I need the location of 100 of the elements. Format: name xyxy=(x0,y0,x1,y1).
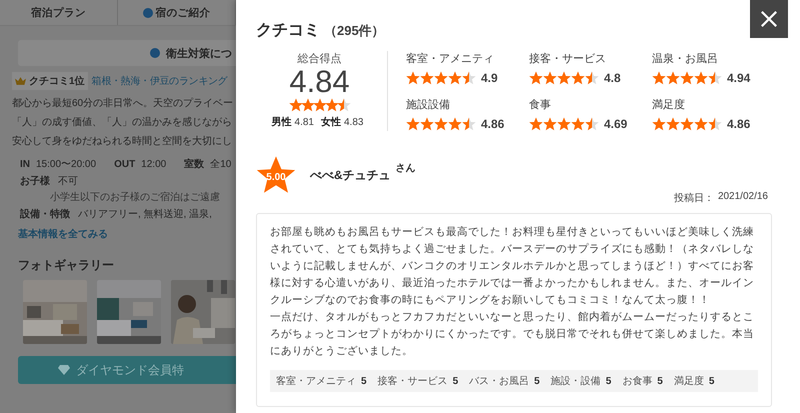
category-score: 4.8 xyxy=(604,71,621,85)
category-score: 4.9 xyxy=(481,71,498,85)
rating-value: 5 xyxy=(534,376,540,387)
star-icon xyxy=(708,117,722,131)
star-icon xyxy=(448,117,462,131)
star-icon xyxy=(406,117,420,131)
review-count: （295件） xyxy=(324,22,385,40)
member-button[interactable]: ダイヤモンド会員特 xyxy=(18,356,236,384)
fact-label: IN xyxy=(20,159,30,170)
panel-title: クチコミ xyxy=(256,21,320,41)
star-icon xyxy=(708,71,722,85)
gender-label: 女性 xyxy=(321,116,341,129)
category-label: 満足度 xyxy=(652,98,686,112)
review-text: 一点だけ、タオルがもっとフカフカだといいなーと思ったり、館内着がムームーだったりするところがちょっとコンセプトがわかりにくかったです。でも脱日常でそれも併せて楽しめました。本当にありがとうございました。 xyxy=(270,310,755,359)
close-button[interactable] xyxy=(750,0,788,38)
star-icon xyxy=(543,117,557,131)
ranking-link[interactable]: 箱根・熱海・伊豆のランキング xyxy=(92,74,228,88)
star-icon xyxy=(694,117,708,131)
star-icon xyxy=(543,71,557,85)
rating-label: 接客・サービス xyxy=(378,374,448,388)
category-label: 客室・アメニティ xyxy=(406,52,495,66)
star-icon xyxy=(680,117,694,131)
star-icon xyxy=(680,71,694,85)
star-icon xyxy=(300,98,314,112)
diamond-icon xyxy=(58,365,70,375)
gender-score: 4.81 xyxy=(294,117,314,128)
rating-label: 客室・アメニティ xyxy=(276,374,356,388)
fact-value: 全10 xyxy=(210,158,232,171)
category-score: 4.69 xyxy=(604,117,628,131)
gallery-title: フォトギャラリー xyxy=(18,257,115,274)
fact-value: 12:00 xyxy=(141,159,166,170)
star-icon xyxy=(462,117,476,131)
badge-text: クチコミ1位 xyxy=(29,74,85,88)
category-score: 4.86 xyxy=(481,117,504,131)
star-icon xyxy=(420,117,434,131)
fact-value: バリアフリー, 無料送迎, 温泉, xyxy=(78,208,212,221)
post-date: 2021/02/16 xyxy=(718,191,768,204)
fact-label: OUT xyxy=(114,159,136,170)
fact-value: 不可 xyxy=(58,175,78,188)
star-icon xyxy=(571,117,585,131)
star-icon xyxy=(652,71,666,85)
overall-label: 総合得点 xyxy=(298,52,342,66)
star-icon xyxy=(557,117,571,131)
review-text: お部屋も眺めもお風呂もサービスも最高でした！お料理も星付きといってもいいほど美味しく洗練されていて、とても気持ちよく過ごせました。バースデーのサプライズにも感動！（ネタバレしないように記載しませんが、バンコクのオリエンタルホテルかと思ってしまうほど！）すべてにお客様に対する心遣いがあり、最近泊ったホテルでは一番よかったかもしれません。また、オールインクルーシブなのでお食事の時にもペアリングをお願いしてもコミコミ！なんて太っ腹！！ xyxy=(270,225,755,308)
category-label: 食事 xyxy=(529,98,552,112)
fact-value: 15:00〜20:00 xyxy=(36,158,96,171)
overall-score: 4.84 xyxy=(289,66,350,98)
star-icon xyxy=(694,71,708,85)
rating-value: 5 xyxy=(606,376,612,387)
page-tab[interactable]: 宿泊プラン xyxy=(0,0,118,25)
gender-label: 男性 xyxy=(272,116,292,129)
star-icon xyxy=(557,71,571,85)
star-icon xyxy=(529,71,543,85)
crown-icon xyxy=(15,77,26,85)
fact-label: 室数 xyxy=(184,157,204,171)
rating-label: 満足度 xyxy=(674,374,704,388)
star-icon xyxy=(666,117,680,131)
star-icon xyxy=(585,71,599,85)
info-icon xyxy=(142,8,152,18)
star-icon xyxy=(571,71,585,85)
star-icon xyxy=(312,98,326,112)
category-label: 温泉・お風呂 xyxy=(652,52,719,66)
category-score: 4.94 xyxy=(727,71,750,85)
star-icon xyxy=(434,71,448,85)
star-icon xyxy=(324,98,338,112)
fact-label: お子様 xyxy=(20,174,50,188)
score-badge: 5.00 xyxy=(256,155,296,195)
rating-value: 5 xyxy=(657,376,663,387)
star-icon xyxy=(448,71,462,85)
gender-score: 4.83 xyxy=(344,117,364,128)
notice-banner[interactable]: 衛生対策につ xyxy=(18,40,236,66)
star-icon xyxy=(652,117,666,131)
rating-label: 施設・設備 xyxy=(550,374,601,388)
date-label: 投稿日： xyxy=(674,192,714,205)
more-info-link[interactable]: 基本情報を全てみる xyxy=(18,227,236,241)
star-icon xyxy=(406,71,420,85)
close-icon xyxy=(760,10,778,28)
star-icon xyxy=(462,71,476,85)
rating-value: 5 xyxy=(708,376,714,387)
category-label: 施設設備 xyxy=(406,98,451,112)
rating-value: 5 xyxy=(361,376,367,387)
notice-text: 衛生対策につ xyxy=(166,46,232,60)
description-line: 都心から最短60分の非日常へ。天空のプライベー xyxy=(12,96,234,111)
category-label: 接客・サービス xyxy=(529,52,607,66)
star-icon xyxy=(666,71,680,85)
description-line: 安心して身をゆだねられる時間と空間を大切にし xyxy=(12,134,233,149)
fact-label: 設備・特徴 xyxy=(20,208,70,221)
rating-label: お食事 xyxy=(622,374,652,388)
star-icon xyxy=(585,117,599,131)
category-score: 4.86 xyxy=(727,117,750,131)
star-icon xyxy=(434,117,448,131)
star-icon xyxy=(336,98,350,112)
honorific: さん xyxy=(396,162,416,175)
star-icon xyxy=(529,117,543,131)
rating-label: バス・お風呂 xyxy=(469,375,530,388)
star-icon xyxy=(288,98,302,112)
fact-note: 小学生以下のお子様のご宿泊はご遠慮 xyxy=(50,190,221,204)
star-icon xyxy=(420,71,434,85)
description-line: 「人」の成す価値、「人」の温かみを感じながら xyxy=(12,116,233,130)
info-icon xyxy=(150,48,160,58)
